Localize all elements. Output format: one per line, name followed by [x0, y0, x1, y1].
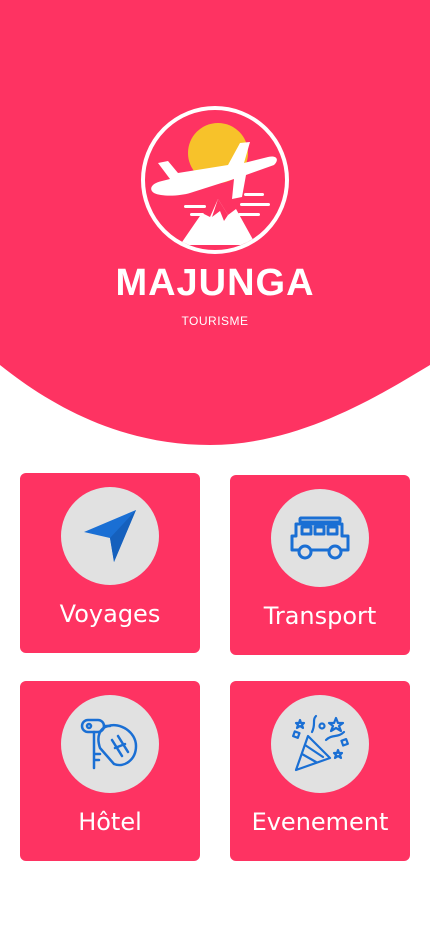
- icon-circle: [61, 487, 159, 585]
- menu-card-hotel[interactable]: Hôtel: [20, 681, 200, 861]
- menu-card-event[interactable]: Evenement: [230, 681, 410, 861]
- brand-tagline: TOURISME: [181, 314, 249, 328]
- menu-card-label: Transport: [263, 602, 377, 630]
- brand-name: MAJUNGA: [115, 262, 315, 304]
- icon-circle: [271, 695, 369, 793]
- icon-circle: [271, 489, 369, 587]
- hotel-key-icon: [80, 718, 138, 770]
- menu-card-voyages[interactable]: Voyages: [20, 473, 200, 653]
- jeep-icon: [290, 516, 350, 560]
- menu-card-label: Evenement: [251, 808, 389, 836]
- party-popper-icon: [291, 714, 349, 772]
- hero-header: MAJUNGA TOURISME: [0, 0, 430, 450]
- menu-card-label: Voyages: [59, 600, 161, 628]
- paper-plane-icon: [84, 510, 136, 562]
- icon-circle: [61, 695, 159, 793]
- airplane-mountain-logo: [141, 106, 289, 254]
- menu-card-transport[interactable]: Transport: [230, 475, 410, 655]
- menu-card-label: Hôtel: [78, 808, 142, 836]
